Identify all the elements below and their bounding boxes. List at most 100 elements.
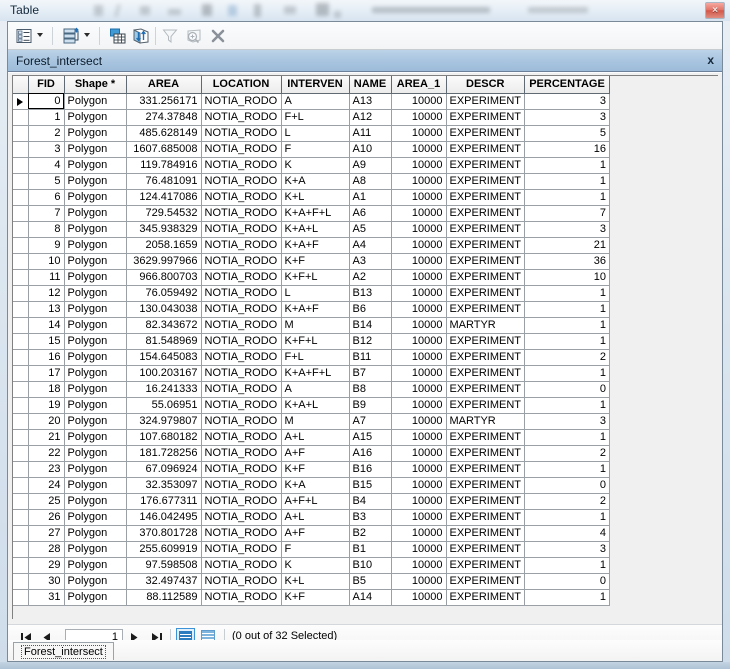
cell-fid[interactable]: 16 <box>28 349 65 366</box>
table-row[interactable]: 4 Polygon 119.784916 NOTIA_RODO K A9 10000 EXPE… <box>13 157 611 174</box>
column-header-descr[interactable]: DESCR <box>446 76 526 94</box>
cell-descr[interactable]: EXPERIMENT <box>446 477 526 494</box>
cell-area[interactable]: 16.241333 <box>126 381 202 398</box>
cell-area[interactable]: 181.728256 <box>126 445 202 462</box>
table-row[interactable]: 26 Polygon 146.042495 NOTIA_RODO A+L B3 10000 E… <box>13 509 611 526</box>
cell-loc[interactable]: NOTIA_RODO <box>201 141 282 158</box>
cell-area[interactable]: 370.801728 <box>126 525 202 542</box>
cell-loc[interactable]: NOTIA_RODO <box>201 365 282 382</box>
cell-fid[interactable]: 18 <box>28 381 65 398</box>
table-row[interactable]: 17 Polygon 100.203167 NOTIA_RODO K+A+F+L B7 10… <box>13 365 611 382</box>
table-row[interactable]: 30 Polygon 32.497437 NOTIA_RODO K+L B5 10000 EX… <box>13 573 611 590</box>
cell-pct[interactable]: 2 <box>524 493 611 510</box>
cell-area1[interactable]: 10000 <box>391 317 447 334</box>
table-row[interactable]: 23 Polygon 67.096924 NOTIA_RODO K+F B16 10000 E… <box>13 461 611 478</box>
cell-pct[interactable]: 16 <box>524 141 611 158</box>
cell-area1[interactable]: 10000 <box>391 365 447 382</box>
cell-shape[interactable]: Polygon <box>64 573 127 590</box>
cell-area1[interactable]: 10000 <box>391 445 447 462</box>
cell-loc[interactable]: NOTIA_RODO <box>201 349 282 366</box>
cell-area[interactable]: 100.203167 <box>126 365 202 382</box>
cell-loc[interactable]: NOTIA_RODO <box>201 205 282 222</box>
switch-selection-button[interactable] <box>131 26 151 46</box>
cell-area[interactable]: 119.784916 <box>126 157 202 174</box>
row-selector-cell[interactable] <box>13 493 29 510</box>
cell-pct[interactable]: 1 <box>524 173 611 190</box>
cell-pct[interactable]: 3 <box>524 413 611 430</box>
cell-name[interactable]: A10 <box>349 141 392 158</box>
cell-name[interactable]: B15 <box>349 477 392 494</box>
table-row[interactable]: 2 Polygon 485.628149 NOTIA_RODO L A11 10000 EXP… <box>13 125 611 142</box>
cell-fid[interactable]: 20 <box>28 413 65 430</box>
cell-loc[interactable]: NOTIA_RODO <box>201 173 282 190</box>
cell-area1[interactable]: 10000 <box>391 477 447 494</box>
cell-area1[interactable]: 10000 <box>391 285 447 302</box>
cell-name[interactable]: B4 <box>349 493 392 510</box>
tab-forest-intersect[interactable]: Forest_intersect <box>13 642 114 660</box>
cell-int[interactable]: M <box>281 413 350 430</box>
cell-int[interactable]: K <box>281 157 350 174</box>
cell-shape[interactable]: Polygon <box>64 157 127 174</box>
row-selector-cell[interactable] <box>13 445 29 462</box>
cell-pct[interactable]: 1 <box>524 301 611 318</box>
table-row[interactable]: 24 Polygon 32.353097 NOTIA_RODO K+A B15 10000 E… <box>13 477 611 494</box>
cell-area1[interactable]: 10000 <box>391 397 447 414</box>
cell-area1[interactable]: 10000 <box>391 205 447 222</box>
cell-loc[interactable]: NOTIA_RODO <box>201 397 282 414</box>
cell-name[interactable]: A6 <box>349 205 392 222</box>
cell-fid[interactable]: 5 <box>28 173 65 190</box>
table-row[interactable]: 22 Polygon 181.728256 NOTIA_RODO A+F A16 10000… <box>13 445 611 462</box>
cell-descr[interactable]: EXPERIMENT <box>446 205 526 222</box>
cell-fid[interactable]: 31 <box>28 589 65 606</box>
cell-int[interactable]: A+F <box>281 525 350 542</box>
row-selector-cell[interactable] <box>13 109 29 126</box>
cell-loc[interactable]: NOTIA_RODO <box>201 429 282 446</box>
cell-int[interactable]: K+A <box>281 477 350 494</box>
cell-descr[interactable]: EXPERIMENT <box>446 509 526 526</box>
cell-pct[interactable]: 1 <box>524 157 611 174</box>
cell-pct[interactable]: 10 <box>524 269 611 286</box>
cell-name[interactable]: B11 <box>349 349 392 366</box>
cell-area1[interactable]: 10000 <box>391 461 447 478</box>
grid-scroll-viewport[interactable]: FID Shape * AREA LOCATION INTERVEN NAME … <box>12 75 718 619</box>
cell-loc[interactable]: NOTIA_RODO <box>201 317 282 334</box>
cell-pct[interactable]: 1 <box>524 285 611 302</box>
cell-shape[interactable]: Polygon <box>64 493 127 510</box>
cell-pct[interactable]: 5 <box>524 125 611 142</box>
cell-name[interactable]: A14 <box>349 589 392 606</box>
cell-area1[interactable]: 10000 <box>391 333 447 350</box>
cell-loc[interactable]: NOTIA_RODO <box>201 109 282 126</box>
cell-area[interactable]: 255.609919 <box>126 541 202 558</box>
cell-pct[interactable]: 1 <box>524 589 611 606</box>
cell-area[interactable]: 81.548969 <box>126 333 202 350</box>
table-tab-close-icon[interactable]: x <box>707 53 714 67</box>
column-header-percentage[interactable]: PERCENTAGE <box>524 76 611 94</box>
cell-name[interactable]: A1 <box>349 189 392 206</box>
cell-int[interactable]: A+L <box>281 429 350 446</box>
cell-area[interactable]: 176.677311 <box>126 493 202 510</box>
cell-loc[interactable]: NOTIA_RODO <box>201 445 282 462</box>
cell-int[interactable]: A+L <box>281 509 350 526</box>
cell-int[interactable]: K+F <box>281 589 350 606</box>
cell-pct[interactable]: 7 <box>524 205 611 222</box>
cell-int[interactable]: K+L <box>281 573 350 590</box>
cell-descr[interactable]: MARTYR <box>446 413 526 430</box>
cell-area1[interactable]: 10000 <box>391 301 447 318</box>
cell-int[interactable]: K+A+F+L <box>281 365 350 382</box>
row-selector-cell[interactable] <box>13 397 29 414</box>
cell-descr[interactable]: EXPERIMENT <box>446 493 526 510</box>
cell-area1[interactable]: 10000 <box>391 589 447 606</box>
zoom-to-selected-button[interactable] <box>184 26 204 46</box>
cell-area1[interactable]: 10000 <box>391 253 447 270</box>
cell-fid[interactable]: 2 <box>28 125 65 142</box>
cell-shape[interactable]: Polygon <box>64 253 127 270</box>
table-options-button[interactable] <box>14 26 34 46</box>
cell-loc[interactable]: NOTIA_RODO <box>201 525 282 542</box>
table-row[interactable]: 28 Polygon 255.609919 NOTIA_RODO F B1 10000 EXP… <box>13 541 611 558</box>
row-selector-cell[interactable] <box>13 157 29 174</box>
table-row[interactable]: 10 Polygon 3629.997966 NOTIA_RODO K+F A3 10000… <box>13 253 611 270</box>
cell-name[interactable]: A9 <box>349 157 392 174</box>
cell-descr[interactable]: EXPERIMENT <box>446 525 526 542</box>
cell-loc[interactable]: NOTIA_RODO <box>201 253 282 270</box>
cell-fid[interactable]: 14 <box>28 317 65 334</box>
